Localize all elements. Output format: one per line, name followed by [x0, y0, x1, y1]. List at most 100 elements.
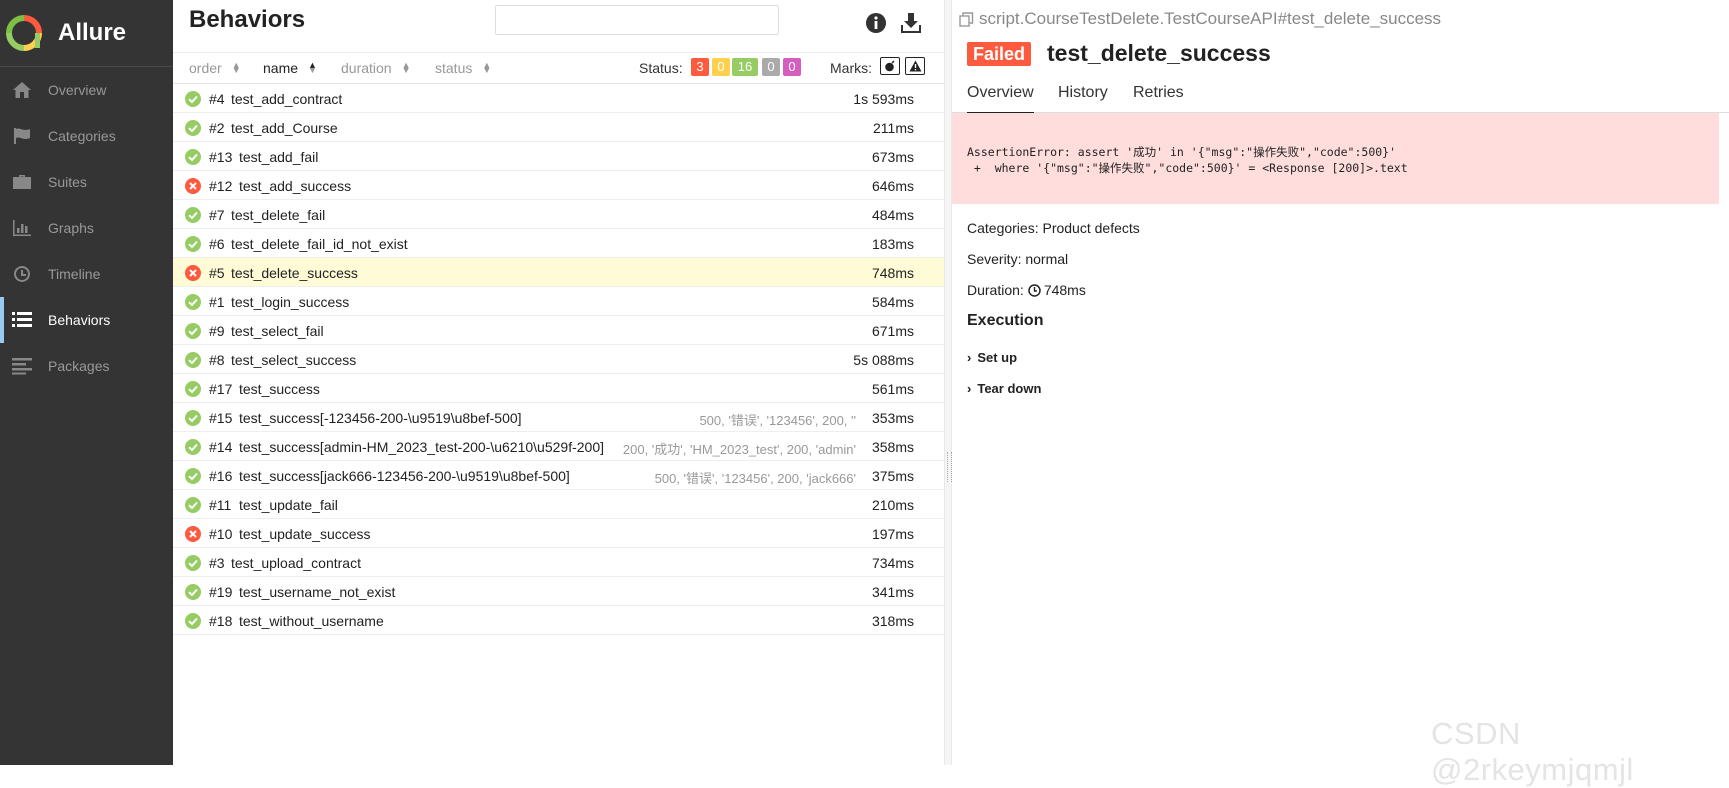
- test-number: #17: [209, 381, 233, 397]
- test-duration: 561ms: [871, 381, 914, 397]
- test-name: test_success[jack666-123456-200-\u9519\u…: [239, 468, 570, 484]
- test-row[interactable]: #14 test_success[admin-HM_2023_test-200-\…: [173, 432, 944, 461]
- error-line: AssertionError: assert '成功' in '{"msg":"…: [967, 145, 1397, 159]
- status-broken-badge[interactable]: 0: [712, 58, 730, 76]
- test-row[interactable]: #4 test_add_contract 1s 593ms: [173, 84, 944, 113]
- sidebar-item-packages[interactable]: Packages: [0, 343, 173, 389]
- flaky-mark-icon[interactable]: [880, 57, 900, 75]
- test-list: #4 test_add_contract 1s 593ms #2 test_add_Co…: [173, 84, 944, 635]
- severity-text: Severity: normal: [967, 251, 1069, 267]
- passed-status-icon: [185, 555, 201, 571]
- test-duration: 671ms: [871, 323, 914, 339]
- test-name: test_delete_fail: [231, 207, 326, 223]
- test-number: #4: [209, 91, 225, 107]
- test-row[interactable]: #10 test_update_success 197ms: [173, 519, 944, 548]
- test-name: test_upload_contract: [231, 555, 361, 571]
- test-row[interactable]: #7 test_delete_fail 484ms: [173, 200, 944, 229]
- execution-heading: Execution: [967, 312, 1044, 329]
- warning-mark-icon[interactable]: [905, 57, 925, 75]
- test-duration: 197ms: [871, 526, 914, 542]
- sidebar-item-graphs[interactable]: Graphs: [0, 205, 173, 251]
- sort-status[interactable]: status ▲ ▼: [435, 60, 491, 76]
- test-name: test_update_fail: [239, 497, 338, 513]
- app-name: Allure: [58, 19, 127, 46]
- allure-logo-icon: [6, 15, 42, 51]
- test-name: test_success[admin-HM_2023_test-200-\u62…: [239, 439, 604, 455]
- test-number: #19: [209, 584, 233, 600]
- sidebar-item-suites[interactable]: Suites: [0, 159, 173, 205]
- sidebar-item-label: Timeline: [48, 266, 101, 282]
- passed-status-icon: [185, 294, 201, 310]
- test-duration: 5s 088ms: [853, 352, 914, 368]
- test-duration: 210ms: [871, 497, 914, 513]
- tab-retries[interactable]: Retries: [1133, 84, 1184, 112]
- sort-duration[interactable]: duration ▲ ▼: [341, 60, 411, 76]
- test-row[interactable]: #19 test_username_not_exist 341ms: [173, 577, 944, 606]
- passed-status-icon: [185, 410, 201, 426]
- test-duration: 484ms: [871, 207, 914, 223]
- test-row[interactable]: #16 test_success[jack666-123456-200-\u951…: [173, 461, 944, 490]
- sort-label: name: [263, 60, 299, 76]
- step-label: Tear down: [977, 381, 1042, 396]
- status-skipped-badge[interactable]: 0: [762, 58, 780, 76]
- test-row[interactable]: #9 test_select_fail 671ms: [173, 316, 944, 345]
- status-passed-badge[interactable]: 16: [732, 58, 758, 76]
- test-row[interactable]: #5 test_delete_success 748ms: [173, 258, 944, 287]
- info-icon[interactable]: [865, 12, 887, 34]
- download-icon[interactable]: [899, 11, 923, 35]
- step-teardown[interactable]: › Tear down: [967, 381, 1041, 396]
- passed-status-icon: [185, 149, 201, 165]
- sidebar-item-categories[interactable]: Categories: [0, 113, 173, 159]
- failed-status-icon: [185, 265, 201, 281]
- test-row[interactable]: #12 test_add_success 646ms: [173, 171, 944, 200]
- test-row[interactable]: #11 test_update_fail 210ms: [173, 490, 944, 519]
- status-failed-badge[interactable]: 3: [691, 58, 709, 76]
- test-row[interactable]: #3 test_upload_contract 734ms: [173, 548, 944, 577]
- pane-splitter[interactable]: [944, 0, 952, 765]
- sort-name[interactable]: name ▲ ▼: [263, 60, 317, 76]
- status-badge: Failed: [967, 42, 1032, 66]
- test-row[interactable]: #18 test_without_username 318ms: [173, 606, 944, 635]
- status-unknown-badge[interactable]: 0: [783, 58, 801, 76]
- passed-status-icon: [185, 497, 201, 513]
- test-row[interactable]: #13 test_add_fail 673ms: [173, 142, 944, 171]
- sidebar-item-behaviors[interactable]: Behaviors: [0, 297, 173, 343]
- test-row[interactable]: #6 test_delete_fail_id_not_exist 183ms: [173, 229, 944, 258]
- sidebar-item-timeline[interactable]: Timeline: [0, 251, 173, 297]
- test-name: test_success: [239, 381, 320, 397]
- test-row[interactable]: #8 test_select_success 5s 088ms: [173, 345, 944, 374]
- error-line: + where '{"msg":"操作失败","code":500}' = <R…: [967, 161, 1408, 175]
- sort-arrows-icon: ▲ ▼: [308, 60, 317, 75]
- test-row[interactable]: #15 test_success[-123456-200-\u9519\u8bef…: [173, 403, 944, 432]
- sidebar-item-overview[interactable]: Overview: [0, 67, 173, 113]
- step-setup[interactable]: › Set up: [967, 350, 1017, 365]
- categories-text: Categories: Product defects: [967, 220, 1140, 236]
- sidebar-item-label: Behaviors: [48, 312, 111, 328]
- test-row[interactable]: #17 test_success 561ms: [173, 374, 944, 403]
- search-input[interactable]: [495, 5, 779, 35]
- brand[interactable]: Allure: [0, 0, 173, 66]
- sort-arrows-icon: ▲ ▼: [231, 60, 241, 75]
- sort-order[interactable]: order ▲ ▼: [189, 60, 241, 76]
- test-row[interactable]: #2 test_add_Course 211ms: [173, 113, 944, 142]
- test-params: 500, '错误', '123456', 200, 'jack666': [654, 471, 856, 486]
- sort-label: duration: [341, 60, 392, 76]
- sort-label: order: [189, 60, 222, 76]
- test-number: #8: [209, 352, 225, 368]
- tab-overview[interactable]: Overview: [967, 84, 1034, 115]
- list-header: Behaviors: [173, 0, 944, 52]
- test-params: 500, '错误', '123456', 200, '': [699, 413, 856, 428]
- test-duration: 673ms: [871, 149, 914, 165]
- test-name: test_success[-123456-200-\u9519\u8bef-50…: [239, 410, 522, 426]
- step-label: Set up: [977, 350, 1018, 365]
- marks-filter-label: Marks:: [830, 60, 872, 76]
- test-duration: 353ms: [871, 410, 914, 426]
- test-row[interactable]: #1 test_login_success 584ms: [173, 287, 944, 316]
- passed-status-icon: [185, 352, 201, 368]
- tab-history[interactable]: History: [1058, 84, 1108, 112]
- sort-label: status: [435, 60, 473, 76]
- copy-icon[interactable]: [959, 11, 974, 27]
- briefcase-icon: [10, 172, 34, 192]
- test-name: test_update_success: [239, 526, 371, 542]
- sort-bar: order ▲ ▼ name ▲ ▼ duration ▲ ▼ status ▲ ▼ Statu…: [173, 52, 944, 84]
